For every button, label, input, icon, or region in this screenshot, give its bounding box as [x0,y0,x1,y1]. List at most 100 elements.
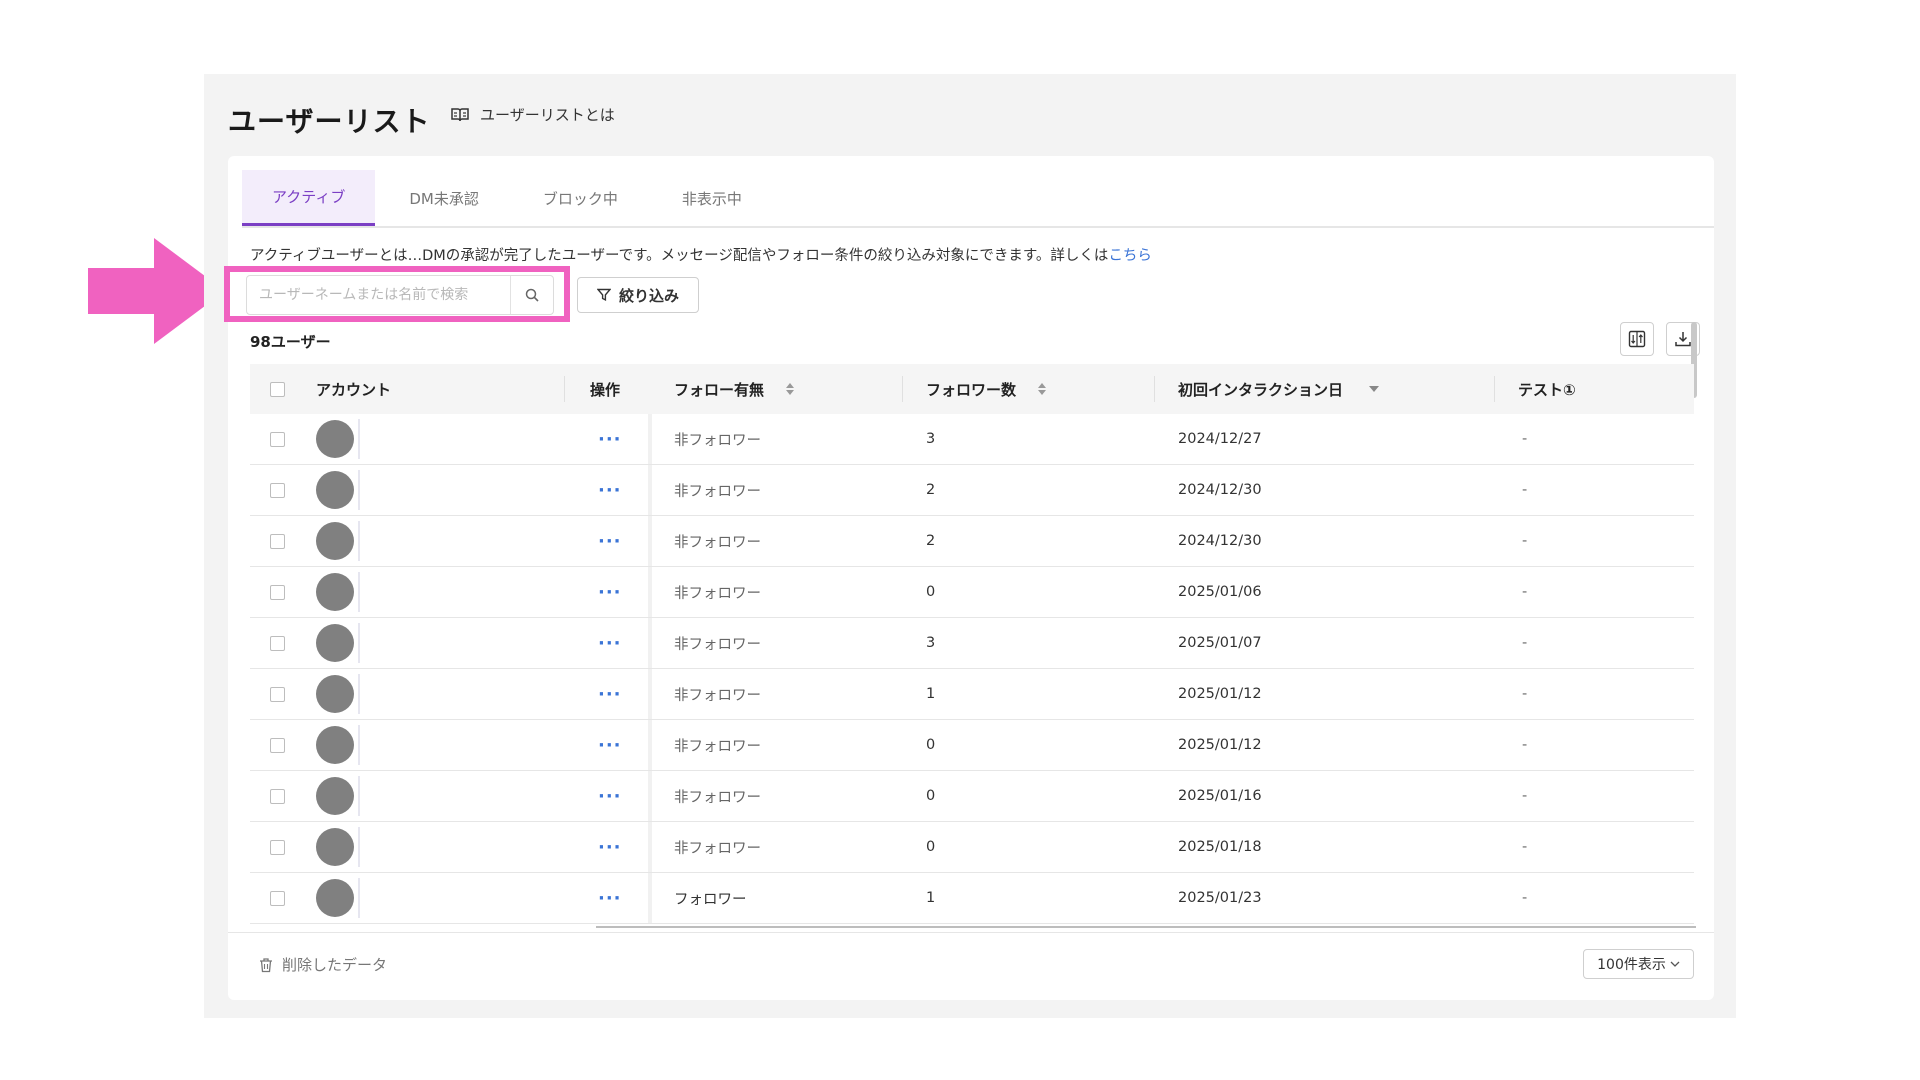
col-test: テスト① [1518,380,1576,399]
column-divider [1494,376,1495,402]
follow-status: フォロワー [674,891,747,908]
avatar[interactable] [316,726,354,764]
row-actions-button[interactable]: ··· [598,531,622,552]
row-checkbox[interactable] [270,431,285,447]
row-actions-button[interactable]: ··· [598,837,622,858]
help-link[interactable]: ユーザーリストとは [450,104,615,125]
column-divider [564,376,565,402]
footer-divider [228,932,1714,933]
col-follow-status[interactable]: フォロー有無 [674,364,795,414]
column-divider [902,376,903,402]
avatar[interactable] [316,522,354,560]
account-name [358,776,360,816]
tab-hidden[interactable]: 非表示中 [652,170,772,226]
account-name [358,419,360,459]
follow-status: 非フォロワー [674,840,761,857]
details-link[interactable]: こちら [1108,248,1152,264]
row-checkbox[interactable] [270,533,285,549]
follower-count: 0 [926,839,936,855]
tab-blocked[interactable]: ブロック中 [513,170,648,226]
row-actions-button[interactable]: ··· [598,735,622,756]
select-all-checkbox[interactable] [270,381,285,397]
app-container: ユーザーリスト ユーザーリストとは アクティブ DM未承認 ブロック中 非表示中… [204,74,1736,1018]
col-first-interaction[interactable]: 初回インタラクション日 [1178,364,1380,414]
description-text: アクティブユーザーとは…DMの承認が完了したユーザーです。メッセージ配信やフォロ… [250,248,1109,264]
follow-status: 非フォロワー [674,534,761,551]
test-value: - [1522,584,1528,600]
row-checkbox[interactable] [270,482,285,498]
test-value: - [1522,737,1528,753]
avatar[interactable] [316,420,354,458]
trash-icon [260,957,272,972]
row-actions-button[interactable]: ··· [598,480,622,501]
row-checkbox[interactable] [270,839,285,855]
test-value: - [1522,431,1528,447]
account-name [358,725,360,765]
test-value: - [1522,788,1528,804]
row-actions-button[interactable]: ··· [598,429,622,450]
row-actions-button[interactable]: ··· [598,633,622,654]
test-value: - [1522,686,1528,702]
tab-active[interactable]: アクティブ [242,170,376,226]
sort-desc-icon[interactable] [1369,386,1380,392]
sort-icon[interactable] [786,383,795,395]
follow-status: 非フォロワー [674,636,761,653]
avatar[interactable] [316,573,354,611]
col-followers[interactable]: フォロワー数 [926,364,1047,414]
first-interaction-date: 2025/01/07 [1178,635,1262,651]
row-checkbox[interactable] [270,686,285,702]
avatar[interactable] [316,777,354,815]
first-interaction-date: 2025/01/12 [1178,686,1262,702]
row-checkbox[interactable] [270,890,285,906]
test-value: - [1522,839,1528,855]
row-actions-button[interactable]: ··· [598,684,622,705]
column-divider [1154,376,1155,402]
avatar[interactable] [316,624,354,662]
test-value: - [1522,482,1528,498]
account-name [358,878,360,918]
deleted-data-link[interactable]: 削除したデータ [258,954,387,975]
row-checkbox[interactable] [270,635,285,651]
first-interaction-date: 2025/01/18 [1178,839,1262,855]
first-interaction-date: 2024/12/27 [1178,431,1262,447]
test-value: - [1522,533,1528,549]
row-checkbox[interactable] [270,788,285,804]
follow-status: 非フォロワー [674,789,761,806]
first-interaction-date: 2024/12/30 [1178,482,1262,498]
table-row: ··· 非フォロワー 3 2025/01/07 - [250,618,1694,669]
avatar[interactable] [316,675,354,713]
col-followers-label: フォロワー数 [926,380,1017,399]
follower-count: 0 [926,788,936,804]
first-interaction-date: 2024/12/30 [1178,533,1262,549]
table-row: ··· 非フォロワー 0 2025/01/18 - [250,822,1694,873]
first-interaction-date: 2025/01/23 [1178,890,1262,906]
follow-status: 非フォロワー [674,585,761,602]
account-name [358,470,360,510]
avatar[interactable] [316,828,354,866]
row-checkbox[interactable] [270,737,285,753]
search-input[interactable] [247,277,510,313]
follower-count: 0 [926,737,936,753]
page-size-select[interactable]: 100件表示 [1583,949,1694,979]
column-settings-button[interactable] [1620,322,1654,356]
row-actions-button[interactable]: ··· [598,786,622,807]
user-table: アカウント 操作 フォロー有無 フォロワー数 初回インタラクション日 テスト① … [250,364,1694,924]
tab-bar: アクティブ DM未承認 ブロック中 非表示中 [242,170,1714,228]
avatar[interactable] [316,879,354,917]
follower-count: 0 [926,584,936,600]
column-settings-icon [1628,330,1646,348]
table-row: ··· 非フォロワー 3 2024/12/27 - [250,414,1694,465]
sort-icon[interactable] [1038,383,1047,395]
search-button[interactable] [510,276,553,314]
row-checkbox[interactable] [270,584,285,600]
table-row: ··· フォロワー 1 2025/01/23 - [250,873,1694,924]
row-actions-button[interactable]: ··· [598,582,622,603]
row-actions-button[interactable]: ··· [598,888,622,909]
horizontal-scrollbar[interactable] [596,926,1696,928]
avatar[interactable] [316,471,354,509]
follow-status: 非フォロワー [674,432,761,449]
follower-count: 3 [926,431,936,447]
tab-dm-unapproved[interactable]: DM未承認 [379,170,509,226]
filter-button[interactable]: 絞り込み [577,277,699,313]
table-header: アカウント 操作 フォロー有無 フォロワー数 初回インタラクション日 テスト① [250,364,1694,414]
